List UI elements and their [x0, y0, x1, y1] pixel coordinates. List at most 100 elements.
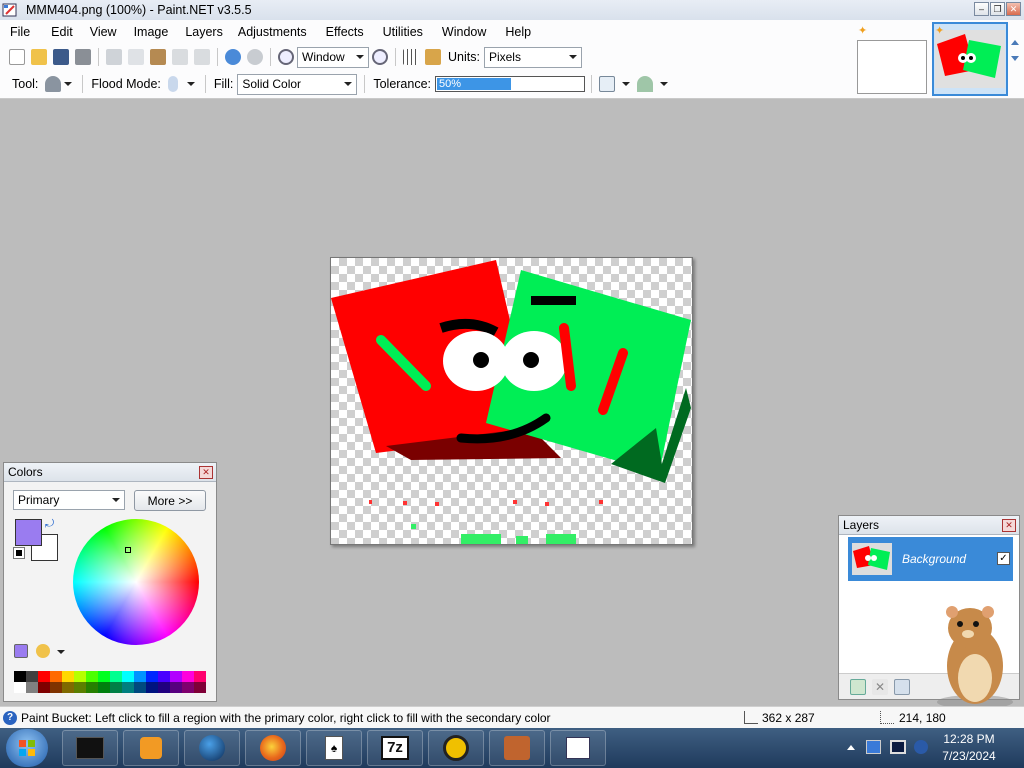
palette-swatch[interactable] — [122, 682, 134, 693]
reset-colors-icon[interactable] — [13, 547, 25, 559]
redo-icon[interactable] — [247, 49, 263, 65]
palette-swatch[interactable] — [62, 671, 74, 682]
palette-menu-icon[interactable] — [36, 644, 50, 658]
crop-icon[interactable] — [172, 49, 188, 65]
thumb-scroll-up-icon[interactable] — [1011, 40, 1019, 45]
palette-swatch[interactable] — [182, 671, 194, 682]
blend-mode-dropdown-icon[interactable] — [660, 82, 669, 86]
palette-swatch[interactable] — [158, 682, 170, 693]
duplicate-layer-icon[interactable] — [894, 678, 910, 695]
palette-swatch[interactable] — [182, 682, 194, 693]
undo-icon[interactable] — [225, 49, 241, 65]
menu-help[interactable]: Help — [505, 25, 540, 39]
palette-swatch[interactable] — [38, 682, 50, 693]
palette-swatch[interactable] — [38, 671, 50, 682]
more-colors-button[interactable]: More >> — [134, 490, 206, 511]
taskbar-app-7[interactable] — [428, 730, 484, 766]
color-wheel[interactable] — [73, 519, 199, 645]
minimize-button[interactable]: – — [974, 2, 989, 16]
paste-icon[interactable] — [150, 49, 166, 65]
palette-swatch[interactable] — [98, 682, 110, 693]
new-image-icon[interactable] — [9, 49, 25, 65]
taskbar-7zip[interactable]: 7z — [367, 730, 423, 766]
print-icon[interactable] — [75, 49, 91, 65]
palette-swatch[interactable] — [62, 682, 74, 693]
tool-dropdown-icon[interactable] — [64, 82, 73, 86]
rulers-icon[interactable] — [425, 49, 441, 65]
color-mode-select[interactable]: Primary — [13, 490, 125, 510]
layer-row-background[interactable]: Background ✓ — [848, 537, 1013, 581]
tray-network-icon[interactable] — [866, 740, 881, 754]
palette-swatch[interactable] — [134, 671, 146, 682]
image-thumb-blank[interactable] — [857, 40, 927, 94]
delete-layer-icon[interactable]: ✕ — [872, 678, 888, 695]
palette-swatch[interactable] — [26, 682, 38, 693]
taskbar-app-1[interactable] — [62, 730, 118, 766]
palette-swatch[interactable] — [122, 671, 134, 682]
palette-swatch[interactable] — [74, 682, 86, 693]
palette-swatch[interactable] — [146, 671, 158, 682]
palette-swatch[interactable] — [86, 671, 98, 682]
taskbar-paintnet[interactable] — [550, 730, 606, 766]
thumb-scroll-down-icon[interactable] — [1011, 56, 1019, 61]
menu-adjustments[interactable]: Adjustments — [238, 25, 316, 39]
start-button[interactable] — [6, 729, 48, 767]
image-canvas[interactable] — [330, 257, 693, 545]
palette-swatch[interactable] — [170, 682, 182, 693]
menu-view[interactable]: View — [90, 25, 126, 39]
palette-swatch[interactable] — [194, 671, 206, 682]
palette-swatch[interactable] — [194, 682, 206, 693]
menu-window[interactable]: Window — [442, 25, 495, 39]
color-palette[interactable] — [14, 671, 207, 694]
flood-mode-icon[interactable] — [167, 76, 178, 92]
palette-swatch[interactable] — [158, 671, 170, 682]
tolerance-slider[interactable]: 50% — [435, 76, 586, 92]
menu-effects[interactable]: Effects — [326, 25, 373, 39]
save-icon[interactable] — [53, 49, 69, 65]
palette-swatch[interactable] — [50, 682, 62, 693]
swap-colors-icon[interactable]: ⤾ — [45, 518, 54, 531]
palette-swatch[interactable] — [14, 682, 26, 693]
palette-add-icon[interactable] — [14, 644, 28, 658]
palette-swatch[interactable] — [74, 671, 86, 682]
zoom-select[interactable]: Window — [297, 46, 369, 68]
cut-icon[interactable] — [106, 49, 122, 65]
open-icon[interactable] — [31, 49, 47, 65]
menu-layers[interactable]: Layers — [185, 25, 232, 39]
menu-utilities[interactable]: Utilities — [383, 25, 432, 39]
menu-image[interactable]: Image — [134, 25, 178, 39]
palette-swatch[interactable] — [86, 682, 98, 693]
blend-mode-icon[interactable] — [637, 76, 654, 92]
taskbar-solitaire[interactable]: ♠ — [306, 730, 362, 766]
tray-volume-icon[interactable] — [914, 740, 928, 754]
add-layer-icon[interactable] — [850, 678, 866, 695]
layers-close-button[interactable]: ✕ — [1002, 519, 1016, 532]
flood-mode-dropdown-icon[interactable] — [186, 82, 195, 86]
close-button[interactable]: ✕ — [1006, 2, 1021, 16]
restore-button[interactable]: ❐ — [990, 2, 1005, 16]
zoom-out-icon[interactable] — [278, 49, 294, 65]
palette-swatch[interactable] — [50, 671, 62, 682]
palette-dropdown-icon[interactable] — [57, 650, 65, 654]
paint-bucket-icon[interactable] — [45, 76, 62, 92]
palette-swatch[interactable] — [134, 682, 146, 693]
menu-edit[interactable]: Edit — [51, 25, 82, 39]
antialiasing-icon[interactable] — [599, 76, 616, 92]
palette-swatch[interactable] — [26, 671, 38, 682]
copy-icon[interactable] — [128, 49, 144, 65]
palette-swatch[interactable] — [110, 671, 122, 682]
clock[interactable]: 12:28 PM 7/23/2024 — [934, 731, 1004, 765]
deselect-icon[interactable] — [194, 49, 210, 65]
colors-close-button[interactable]: ✕ — [199, 466, 213, 479]
palette-swatch[interactable] — [98, 671, 110, 682]
taskbar-globe[interactable] — [184, 730, 240, 766]
layer-visible-checkbox[interactable]: ✓ — [997, 552, 1010, 565]
units-select[interactable]: Pixels — [483, 46, 582, 68]
taskbar-media-player[interactable] — [123, 730, 179, 766]
zoom-in-icon[interactable] — [372, 49, 388, 65]
palette-swatch[interactable] — [170, 671, 182, 682]
fill-select[interactable]: Solid Color — [237, 73, 358, 95]
palette-swatch[interactable] — [14, 671, 26, 682]
taskbar-app-8[interactable] — [489, 730, 545, 766]
taskbar-firefox[interactable] — [245, 730, 301, 766]
